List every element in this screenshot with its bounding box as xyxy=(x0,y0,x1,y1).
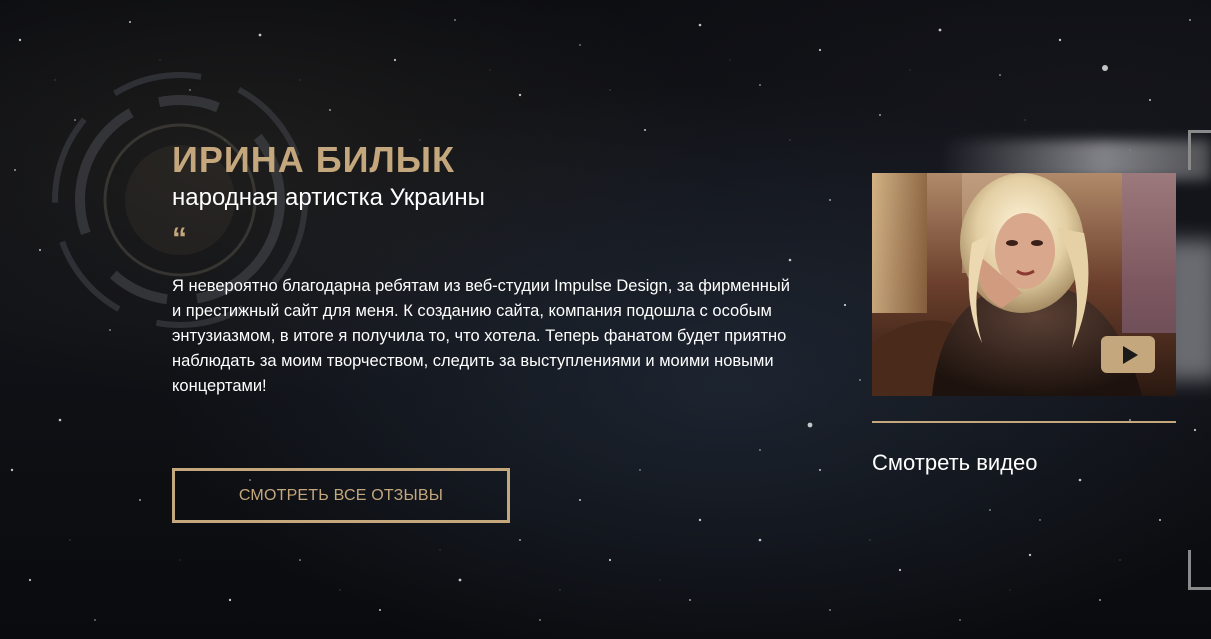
quote-icon: “ xyxy=(172,222,187,255)
next-slide-bracket-top[interactable] xyxy=(1188,130,1211,170)
reviewer-title: народная артистка Украины xyxy=(172,184,485,211)
reviewer-name: ИРИНА БИЛЫК xyxy=(172,139,455,180)
testimonial-content: ИРИНА БИЛЫК народная артистка Украины “ … xyxy=(172,140,792,399)
video-divider xyxy=(872,421,1176,423)
all-reviews-button[interactable]: СМОТРЕТЬ ВСЕ ОТЗЫВЫ xyxy=(172,468,510,523)
testimonial-section: ИРИНА БИЛЫК народная артистка Украины “ … xyxy=(0,0,1211,639)
watch-video-link[interactable]: Смотреть видео xyxy=(872,449,1038,477)
video-thumbnail[interactable] xyxy=(872,173,1176,396)
play-icon xyxy=(1122,345,1138,364)
review-text: Я невероятно благодарна ребятам из веб-с… xyxy=(172,277,790,395)
play-button[interactable] xyxy=(1101,336,1155,373)
next-slide-bracket-bottom[interactable] xyxy=(1188,550,1211,590)
